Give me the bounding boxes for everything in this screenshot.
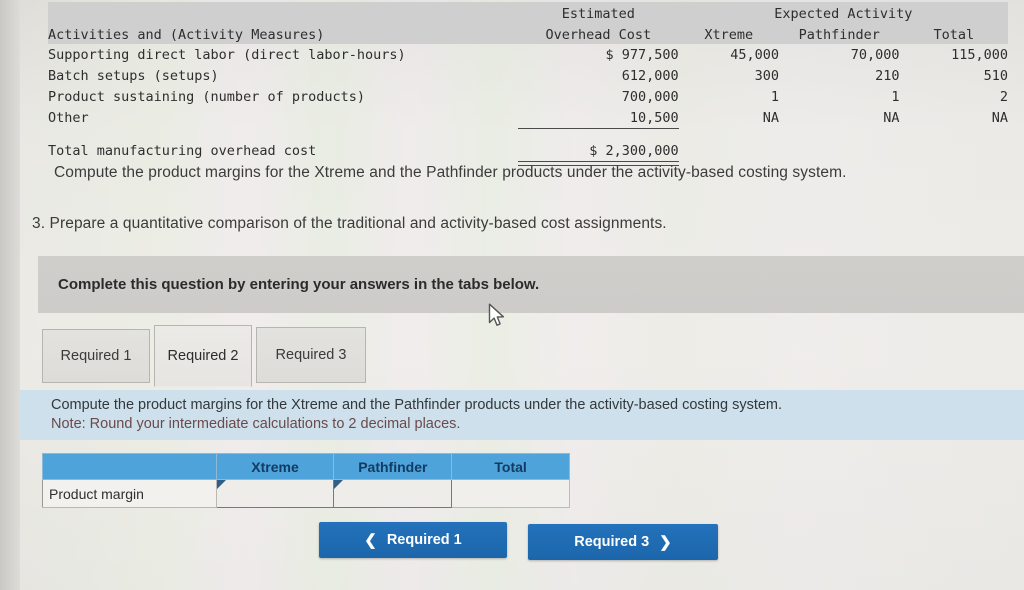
tab-label: Required 1: [60, 347, 132, 364]
row-cost: 10,500: [517, 107, 679, 129]
tab-required-2[interactable]: Required 2: [154, 325, 252, 387]
prev-required-button[interactable]: ❮ Required 1: [319, 522, 507, 558]
overhead-header-pathfinder: Pathfinder: [779, 23, 900, 44]
row-pathfinder: 1: [891, 88, 900, 105]
instruction-panel: Compute the product margins for the Xtre…: [20, 390, 1024, 440]
row-xtreme: 1: [770, 88, 780, 105]
question-item-3: 3. Prepare a quantitative comparison of …: [32, 215, 667, 232]
row-pathfinder: NA: [883, 109, 900, 126]
row-cost: 700,000: [621, 88, 679, 105]
instruction-note: Note: Round your intermediate calculatio…: [51, 416, 461, 432]
table-row: Product sustaining (number of products) …: [48, 86, 1008, 107]
overhead-header-activities: Activities and (Activity Measures): [48, 23, 518, 44]
question-compute-margins: Compute the product margins for the Xtre…: [54, 164, 847, 181]
chevron-right-icon: ❯: [659, 533, 672, 551]
table-spacer-cell: [48, 129, 1008, 141]
table-row: Other 10,500 NA NA NA: [48, 107, 1008, 129]
tab-label: Required 3: [275, 346, 347, 363]
overhead-header-spacer: [48, 2, 518, 23]
row-pathfinder: 70,000: [850, 46, 900, 63]
table-row: Batch setups (setups) 612,000 300 210 51…: [48, 65, 1008, 86]
next-required-button[interactable]: Required 3 ❯: [528, 524, 718, 560]
table-row: Supporting direct labor (direct labor-ho…: [48, 44, 1008, 65]
table-total-row: Total manufacturing overhead cost $ 2,30…: [48, 140, 1008, 166]
overhead-table-header-row-2: Activities and (Activity Measures) Overh…: [48, 23, 1008, 44]
table-spacer-row: [48, 129, 1008, 141]
answer-grid-header-row: Xtreme Pathfinder Total: [42, 453, 570, 480]
overhead-header-estimated: Estimated: [517, 2, 679, 23]
overhead-header-expected-activity: Expected Activity: [678, 2, 1008, 23]
row-xtreme: 45,000: [730, 46, 780, 63]
chevron-left-icon: ❮: [364, 531, 377, 549]
next-button-label: Required 3: [574, 534, 650, 550]
row-label: Batch setups (setups): [48, 67, 219, 84]
overhead-header-overhead-cost: Overhead Cost: [517, 23, 679, 44]
row-xtreme: 300: [754, 67, 780, 84]
row-pathfinder: 210: [875, 67, 900, 84]
answer-grid-row-label: Product margin: [42, 479, 217, 508]
tab-required-3[interactable]: Required 3: [256, 327, 366, 383]
answer-grid: Xtreme Pathfinder Total Product margin: [42, 453, 570, 508]
prev-button-label: Required 1: [386, 532, 462, 548]
total-row-cost: $ 2,300,000: [517, 140, 679, 166]
total-row-xtreme: [679, 140, 779, 161]
instruction-line-1: Compute the product margins for the Xtre…: [51, 397, 783, 413]
row-label: Product sustaining (number of products): [48, 88, 365, 105]
complete-question-banner: Complete this question by entering your …: [38, 256, 1024, 313]
total-row-total: [900, 140, 1008, 161]
banner-text: Complete this question by entering your …: [58, 276, 540, 293]
product-margin-pathfinder-input[interactable]: [333, 479, 453, 508]
row-total: 510: [983, 67, 1008, 84]
tab-label: Required 2: [167, 347, 239, 364]
row-total: 115,000: [951, 46, 1008, 63]
product-margin-xtreme-input[interactable]: [215, 479, 335, 508]
product-margin-total-cell: [451, 479, 570, 508]
answer-grid-corner: [42, 453, 217, 480]
overhead-table-header-row-1: Estimated Expected Activity: [48, 2, 1008, 23]
total-row-pathfinder: [779, 140, 900, 161]
answer-grid-col-xtreme: Xtreme: [215, 453, 335, 480]
table-row: Product margin: [42, 479, 570, 508]
row-label: Other: [48, 109, 89, 126]
row-cost: $ 977,500: [605, 46, 679, 63]
photo-left-edge: [0, 0, 20, 590]
answer-grid-col-pathfinder: Pathfinder: [333, 453, 453, 480]
row-xtreme: NA: [762, 109, 780, 126]
overhead-header-total: Total: [899, 23, 1008, 44]
overhead-header-xtreme: Xtreme: [678, 23, 780, 44]
row-label: Supporting direct labor (direct labor-ho…: [48, 46, 406, 63]
total-row-label: Total manufacturing overhead cost: [48, 142, 317, 159]
row-total: NA: [991, 109, 1008, 126]
row-total: 2: [999, 88, 1008, 105]
answer-grid-col-total: Total: [451, 453, 570, 480]
overhead-cost-table: Estimated Expected Activity Activities a…: [48, 2, 1008, 166]
tab-required-1[interactable]: Required 1: [42, 329, 150, 383]
row-cost: 612,000: [621, 67, 679, 84]
